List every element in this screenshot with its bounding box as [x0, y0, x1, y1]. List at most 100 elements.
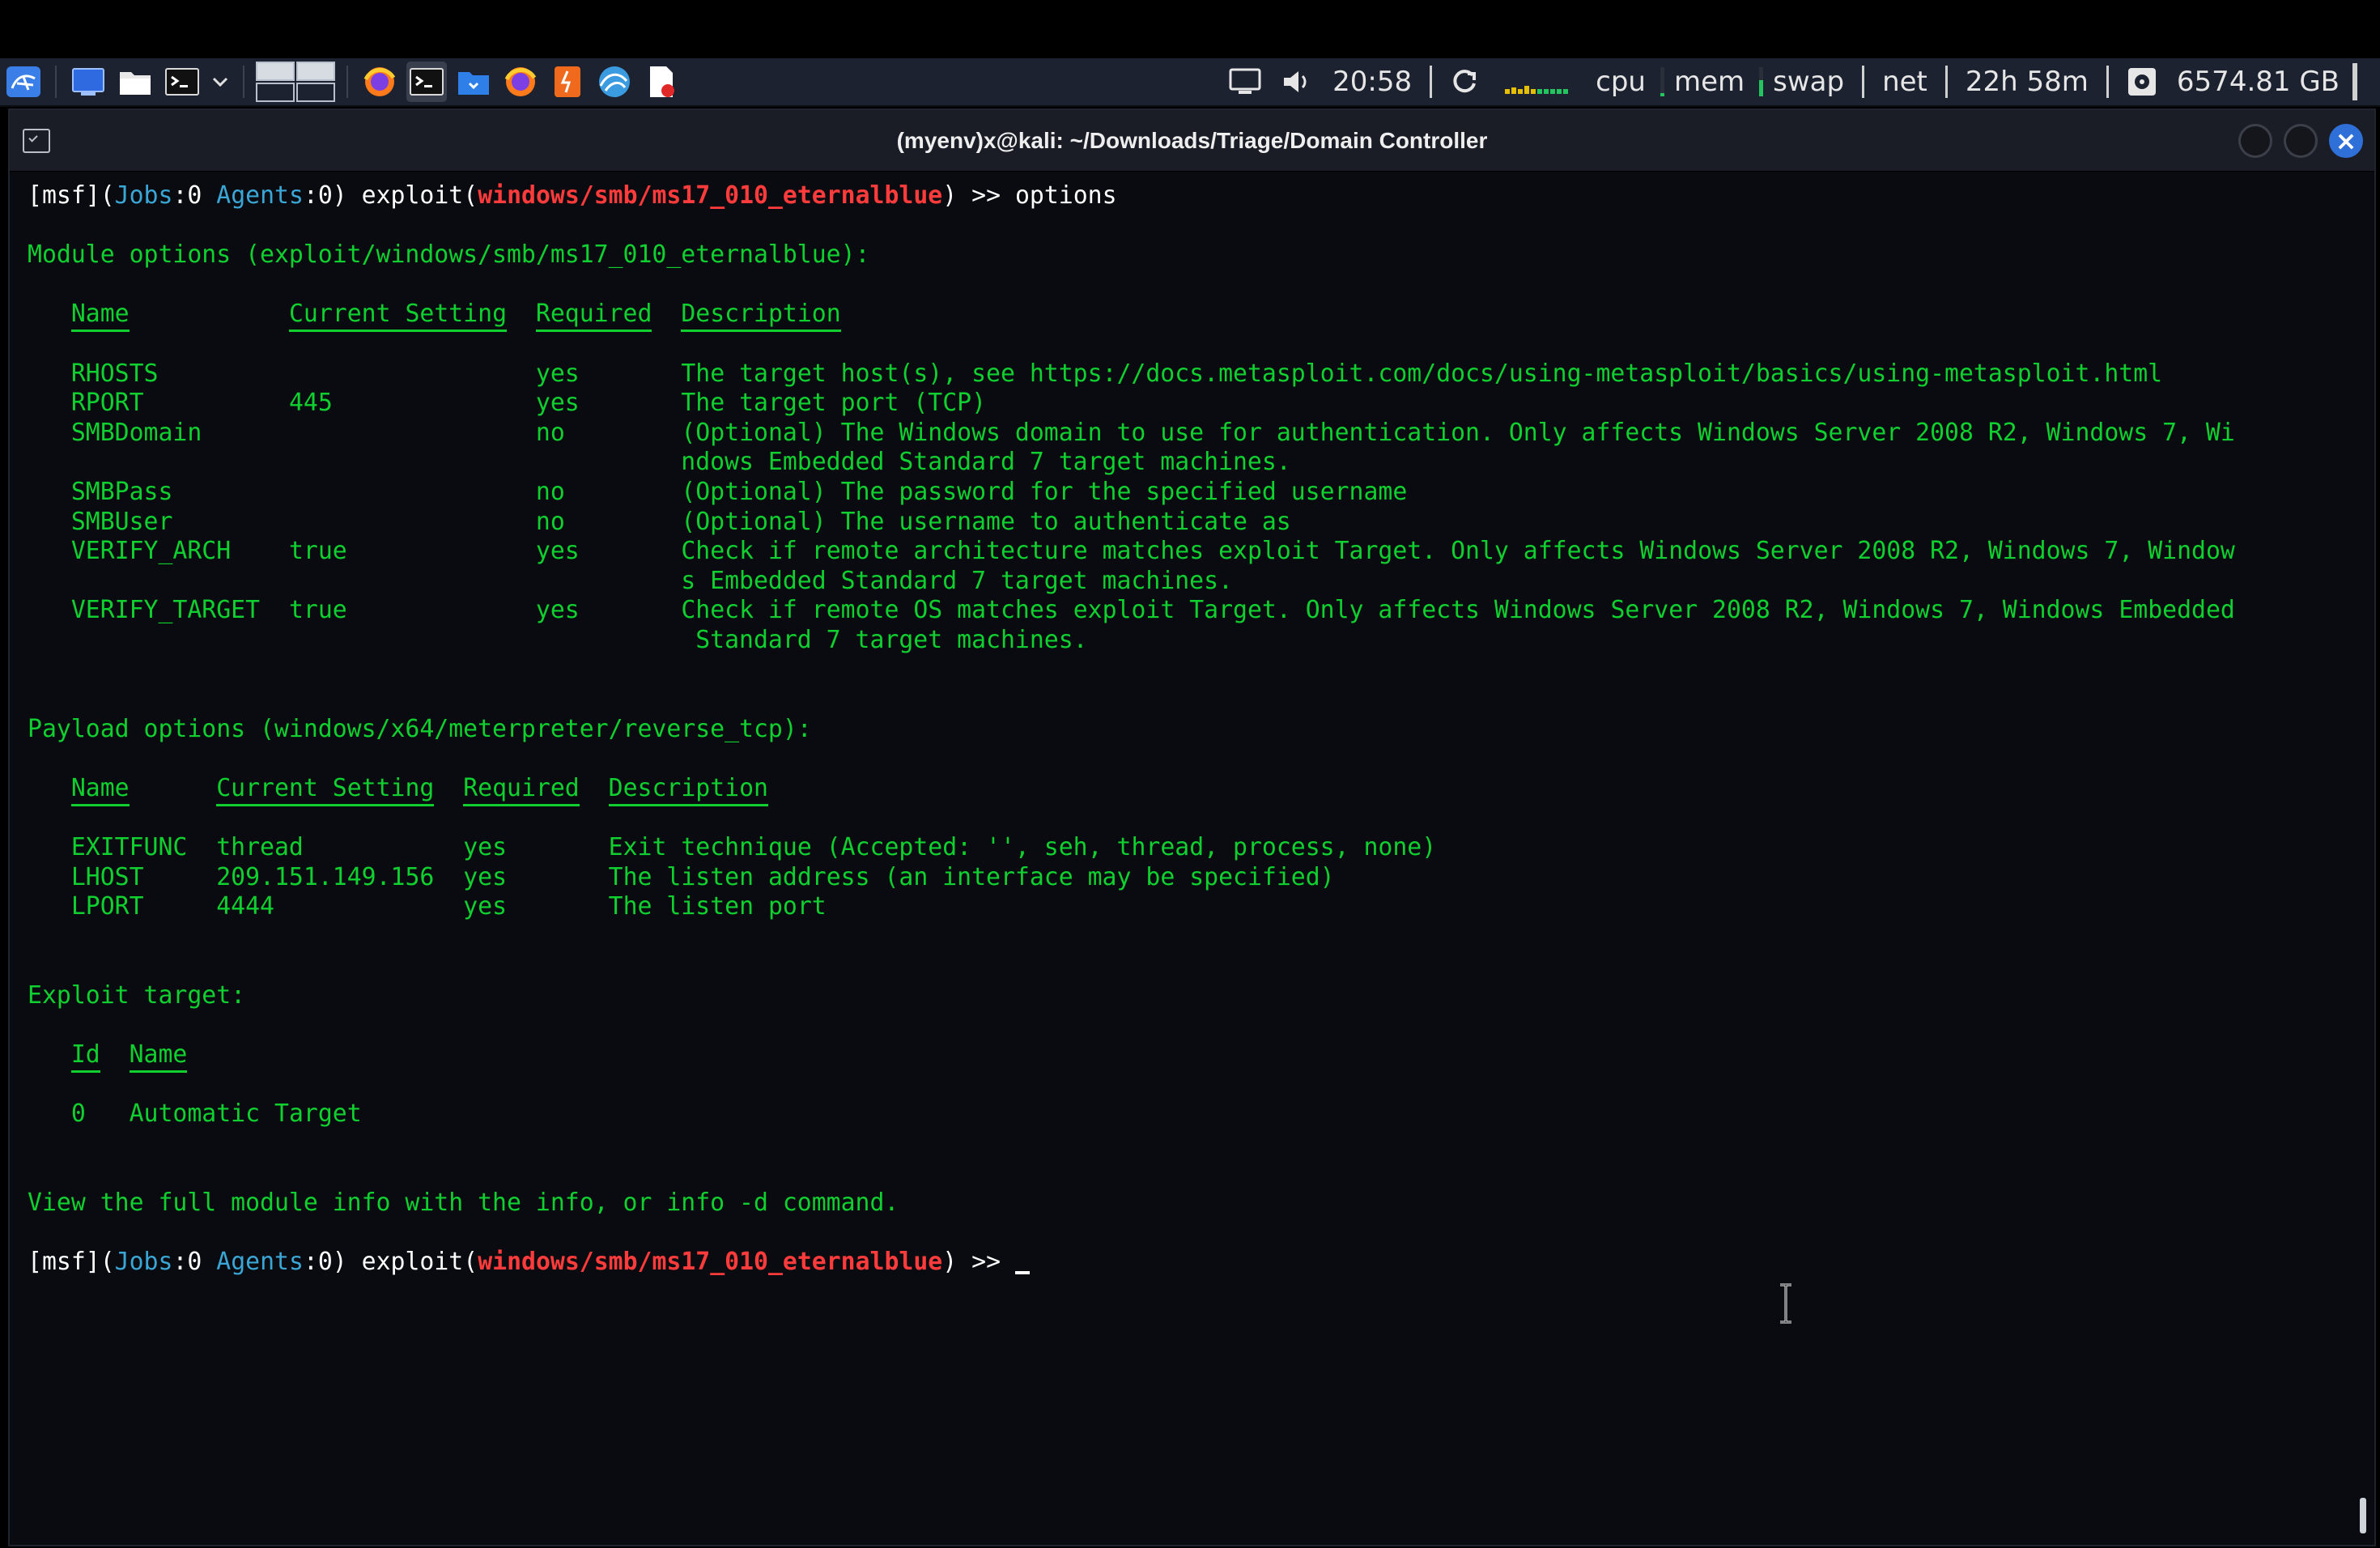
- table-cell: yes: [535, 359, 580, 388]
- table-cell: 4444: [216, 892, 274, 921]
- table-cell: VERIFY_TARGET: [70, 596, 261, 625]
- terminal-icon[interactable]: [162, 62, 202, 102]
- footer-text: , or: [593, 1189, 667, 1218]
- prompt-line: [msf](Jobs:0 Agents:0) exploit(windows/s…: [28, 1248, 2374, 1278]
- refresh-icon[interactable]: [1450, 67, 1479, 96]
- prompt-agents-value: :0): [303, 1248, 362, 1277]
- firefox-icon[interactable]: [359, 62, 400, 102]
- prompt-agents-value: :0): [303, 181, 362, 210]
- terminal-output[interactable]: [msf](Jobs:0 Agents:0) exploit(windows/s…: [10, 172, 2374, 1545]
- table-header-cell: Required: [463, 773, 580, 806]
- workspace-3[interactable]: [256, 83, 295, 102]
- window-title: (myenv)x@kali: ~/Downloads/Triage/Domain…: [896, 127, 1488, 153]
- table-row: RPORT 445 yes The target port (TCP): [28, 389, 2374, 419]
- table-row: RHOSTS yes The target host(s), see https…: [28, 359, 2374, 389]
- table-cell: Automatic Target: [129, 1099, 362, 1129]
- prompt-jobs-label: Jobs: [114, 1248, 173, 1277]
- workspace-2[interactable]: [296, 62, 335, 81]
- table-row-continuation: Standard 7 target machines.: [28, 626, 2374, 656]
- panel-separator: [1430, 66, 1433, 98]
- minimize-button[interactable]: [2238, 123, 2272, 158]
- table-cell: The target host(s), see https://docs.met…: [681, 359, 2163, 388]
- table-cell: (Optional) The username to authenticate …: [681, 507, 1291, 536]
- table-cell: Standard 7 target machines.: [681, 625, 1088, 654]
- footer-info-d-command: info -d: [666, 1189, 768, 1218]
- mem-meter: [1759, 67, 1764, 96]
- disk-icon: [2127, 66, 2157, 97]
- scrollbar[interactable]: [2360, 1498, 2366, 1533]
- cpu-label: cpu: [1596, 66, 1646, 98]
- table-header-cell: Name: [70, 300, 130, 333]
- chevron-down-icon[interactable]: [209, 62, 232, 102]
- close-button[interactable]: ×: [2329, 123, 2363, 158]
- panel-separator: [55, 66, 57, 98]
- terminal-active-icon[interactable]: [406, 62, 447, 102]
- firefox-2-icon[interactable]: [500, 62, 541, 102]
- top-panel: 20:58 cpu mem swap net 22h 58m 6574.81 G…: [0, 58, 2380, 107]
- volume-icon[interactable]: [1281, 68, 1313, 96]
- table-header: Name Current Setting Required Descriptio…: [28, 773, 2374, 806]
- table-cell: no: [535, 477, 565, 506]
- table-cell: true: [288, 537, 347, 566]
- workspace-4[interactable]: [296, 83, 335, 102]
- table-row: SMBUser no (Optional) The username to au…: [28, 508, 2374, 538]
- workspace-1[interactable]: [256, 62, 295, 81]
- cpu-meter: [1660, 67, 1664, 96]
- table-row: VERIFY_ARCH true yes Check if remote arc…: [28, 537, 2374, 567]
- desktop-icon[interactable]: [68, 62, 108, 102]
- prompt-bracket: ](: [85, 181, 115, 210]
- table-cell: no: [535, 507, 565, 536]
- table-cell: true: [288, 596, 347, 625]
- disk-free: 6574.81 GB: [2176, 66, 2340, 98]
- files-icon[interactable]: [453, 62, 494, 102]
- window-titlebar[interactable]: (myenv)x@kali: ~/Downloads/Triage/Domain…: [10, 110, 2374, 172]
- terminal-window[interactable]: (myenv)x@kali: ~/Downloads/Triage/Domain…: [8, 108, 2376, 1546]
- footer-text: command.: [767, 1189, 899, 1218]
- maximize-button[interactable]: [2284, 123, 2318, 158]
- module-options-header: Module options (exploit/windows/smb/ms17…: [28, 240, 870, 270]
- panel-separator: [1862, 66, 1865, 98]
- monitor-icon[interactable]: [1229, 68, 1261, 96]
- document-icon[interactable]: [641, 62, 682, 102]
- table-cell: (Optional) The password for the specifie…: [681, 477, 1408, 506]
- terminal-cursor: [1014, 1271, 1030, 1275]
- section-header: Module options (exploit/windows/smb/ms17…: [28, 240, 2374, 270]
- table-cell: s Embedded Standard 7 target machines.: [681, 566, 1233, 595]
- wireshark-icon[interactable]: [594, 62, 635, 102]
- prompt-agents-label: Agents: [216, 181, 304, 210]
- clock[interactable]: 20:58: [1332, 66, 1412, 98]
- prompt-msf: msf: [41, 181, 86, 210]
- burpsuite-icon[interactable]: [547, 62, 588, 102]
- kali-menu-icon[interactable]: [3, 62, 44, 102]
- panel-handle[interactable]: [2352, 63, 2357, 100]
- file-manager-icon[interactable]: [115, 62, 155, 102]
- table-cell: (Optional) The Windows domain to use for…: [681, 418, 2235, 447]
- workspace-switcher[interactable]: [256, 62, 335, 102]
- prompt-line: [msf](Jobs:0 Agents:0) exploit(windows/s…: [28, 181, 2374, 211]
